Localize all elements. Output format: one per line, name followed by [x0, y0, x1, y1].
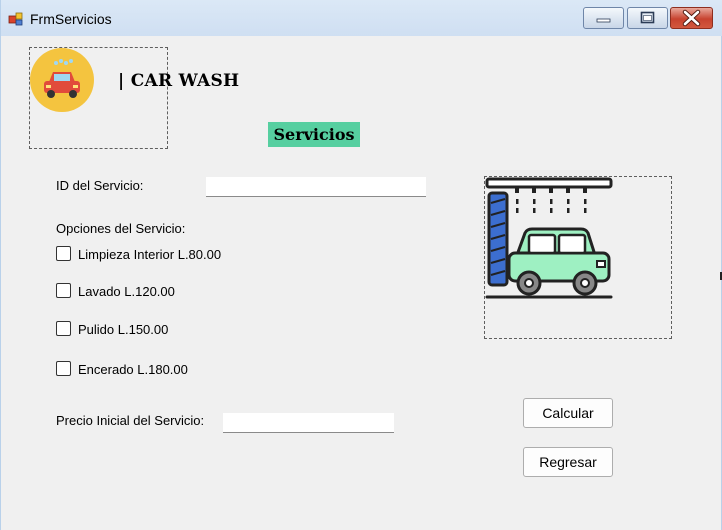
encerado-label[interactable]: Encerado L.180.00: [78, 362, 188, 377]
car-wash-icon: [485, 177, 613, 299]
calcular-button[interactable]: Calcular: [523, 398, 613, 428]
regresar-button[interactable]: Regresar: [523, 447, 613, 477]
lavado-label[interactable]: Lavado L.120.00: [78, 284, 175, 299]
limpieza-interior-label[interactable]: Limpieza Interior L.80.00: [78, 247, 221, 262]
lavado-checkbox[interactable]: [56, 283, 71, 298]
title-bar[interactable]: FrmServicios: [1, 0, 722, 36]
section-title: Servicios: [268, 122, 360, 147]
close-icon: [682, 9, 701, 27]
pulido-checkbox[interactable]: [56, 321, 71, 336]
opciones-servicio-label: Opciones del Servicio:: [56, 221, 186, 236]
frm-servicios-window: FrmServicios | CAR WASH Servicios ID del…: [0, 0, 722, 530]
pulido-label[interactable]: Pulido L.150.00: [78, 322, 168, 337]
brand-title: | CAR WASH: [118, 71, 240, 91]
logo-picturebox: [29, 47, 168, 149]
maximize-button[interactable]: [627, 7, 668, 29]
precio-inicial-input[interactable]: [223, 413, 394, 433]
close-button[interactable]: [670, 7, 713, 29]
minimize-icon: [596, 18, 611, 23]
app-form-icon: [8, 12, 23, 26]
car-wash-picturebox: [484, 176, 672, 339]
minimize-button[interactable]: [583, 7, 624, 29]
limpieza-interior-checkbox[interactable]: [56, 246, 71, 261]
car-wash-logo: [30, 48, 94, 112]
precio-inicial-label: Precio Inicial del Servicio:: [56, 413, 205, 428]
id-servicio-label: ID del Servicio:: [56, 178, 144, 193]
maximize-icon: [640, 11, 655, 24]
window-title: FrmServicios: [30, 11, 112, 27]
encerado-checkbox[interactable]: [56, 361, 71, 376]
id-servicio-input[interactable]: [206, 177, 426, 197]
